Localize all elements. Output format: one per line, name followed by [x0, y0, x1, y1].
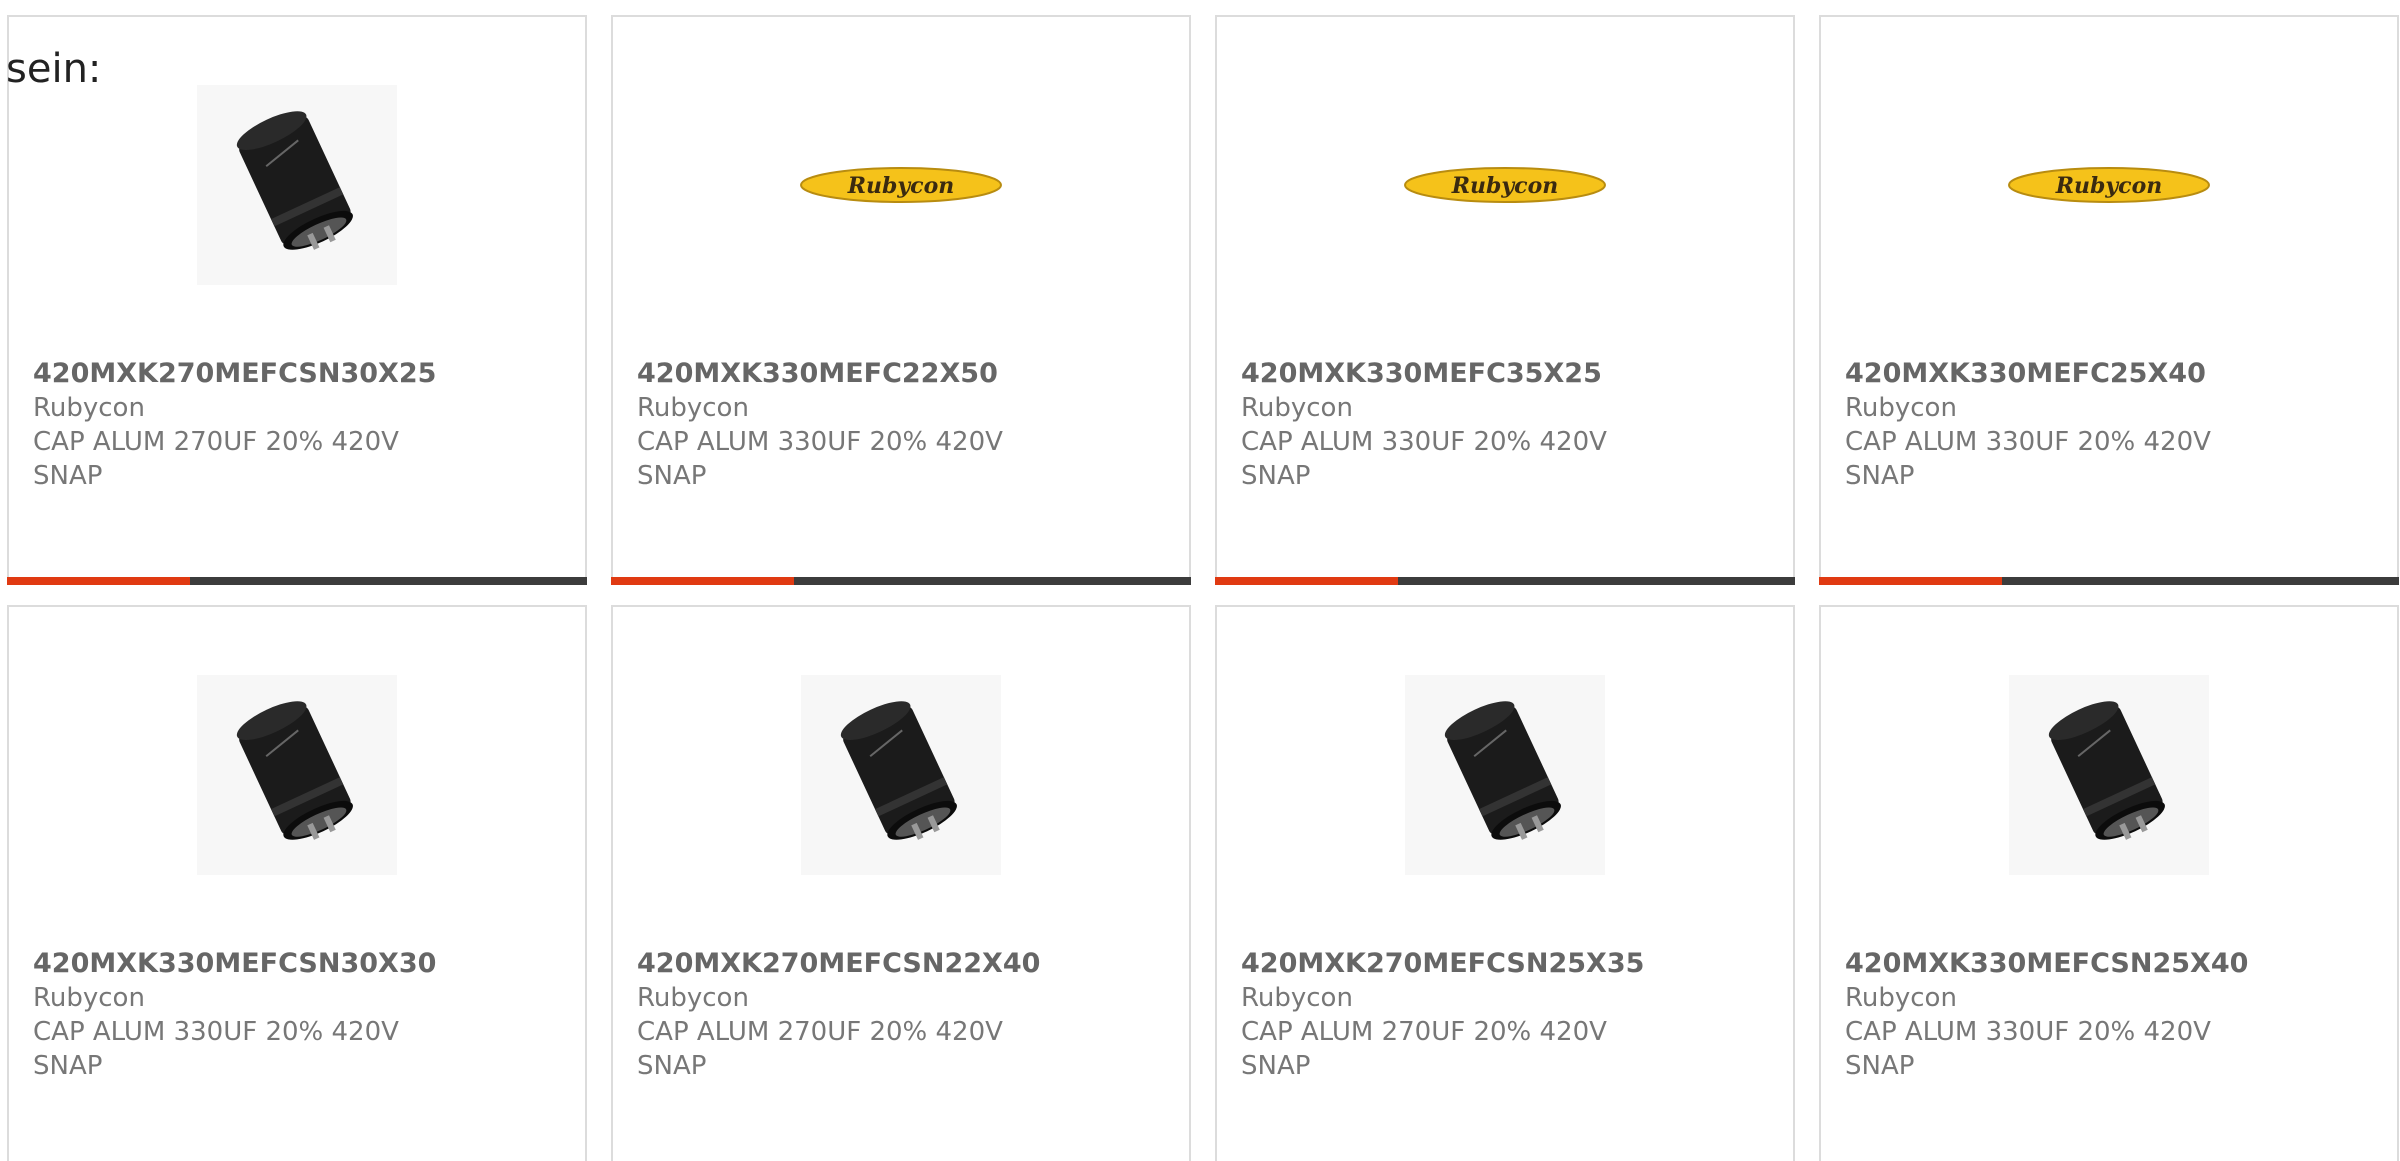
part-number[interactable]: 420MXK330MEFCSN30X30: [33, 947, 553, 981]
description-type: SNAP: [1845, 461, 1915, 491]
manufacturer: Rubycon: [637, 983, 749, 1013]
product-card[interactable]: 420MXK270MEFCSN30X25 Rubycon CAP ALUM 27…: [7, 15, 587, 585]
product-image: [9, 82, 585, 287]
manufacturer: Rubycon: [637, 393, 749, 423]
product-image: Rubycon: [1217, 82, 1793, 287]
part-number[interactable]: 420MXK330MEFC22X50: [637, 357, 1157, 391]
description: CAP ALUM 330UF 20% 420V: [33, 1017, 399, 1047]
product-card[interactable]: Rubycon 420MXK330MEFC25X40 Rubycon CAP A…: [1819, 15, 2399, 585]
svg-text:Rubycon: Rubycon: [1451, 173, 1559, 199]
svg-text:Rubycon: Rubycon: [847, 173, 955, 199]
card-bottom-bar: [611, 577, 1191, 585]
manufacturer: Rubycon: [33, 393, 145, 423]
product-image: [613, 672, 1189, 877]
product-card[interactable]: 420MXK270MEFCSN22X40 Rubycon CAP ALUM 27…: [611, 605, 1191, 1161]
capacitor-photo: [197, 674, 397, 875]
part-number[interactable]: 420MXK330MEFC25X40: [1845, 357, 2365, 391]
description: CAP ALUM 270UF 20% 420V: [1241, 1017, 1607, 1047]
description: CAP ALUM 270UF 20% 420V: [637, 1017, 1003, 1047]
part-number[interactable]: 420MXK330MEFC35X25: [1241, 357, 1761, 391]
product-card[interactable]: 420MXK270MEFCSN25X35 Rubycon CAP ALUM 27…: [1215, 605, 1795, 1161]
description: CAP ALUM 330UF 20% 420V: [1845, 1017, 2211, 1047]
product-card[interactable]: 420MXK330MEFCSN30X30 Rubycon CAP ALUM 33…: [7, 605, 587, 1161]
manufacturer: Rubycon: [1241, 983, 1353, 1013]
product-image: [9, 672, 585, 877]
manufacturer: Rubycon: [1845, 393, 1957, 423]
product-image: Rubycon: [1821, 82, 2397, 287]
card-accent-bar: [1215, 577, 1398, 585]
description-type: SNAP: [1241, 1051, 1311, 1081]
rubycon-logo: Rubycon: [1404, 166, 1606, 203]
description: CAP ALUM 330UF 20% 420V: [637, 427, 1003, 457]
card-bottom-bar: [7, 577, 587, 585]
part-number[interactable]: 420MXK270MEFCSN22X40: [637, 947, 1157, 981]
svg-text:Rubycon: Rubycon: [2055, 173, 2163, 199]
description-type: SNAP: [637, 461, 707, 491]
intro-text: sein:: [6, 46, 102, 92]
card-accent-bar: [7, 577, 190, 585]
capacitor-photo: [801, 674, 1001, 875]
product-grid: 420MXK270MEFCSN30X25 Rubycon CAP ALUM 27…: [7, 15, 2400, 1161]
product-card[interactable]: Rubycon 420MXK330MEFC35X25 Rubycon CAP A…: [1215, 15, 1795, 585]
product-image: [1217, 672, 1793, 877]
capacitor-photo: [197, 84, 397, 285]
rubycon-logo: Rubycon: [2008, 166, 2210, 203]
capacitor-photo: [1405, 674, 1605, 875]
description-type: SNAP: [1845, 1051, 1915, 1081]
part-number[interactable]: 420MXK270MEFCSN25X35: [1241, 947, 1761, 981]
product-card[interactable]: Rubycon 420MXK330MEFC22X50 Rubycon CAP A…: [611, 15, 1191, 585]
description: CAP ALUM 270UF 20% 420V: [33, 427, 399, 457]
card-bottom-bar: [1819, 577, 2399, 585]
card-bottom-bar: [1215, 577, 1795, 585]
description: CAP ALUM 330UF 20% 420V: [1241, 427, 1607, 457]
description: CAP ALUM 330UF 20% 420V: [1845, 427, 2211, 457]
product-image: [1821, 672, 2397, 877]
description-type: SNAP: [1241, 461, 1311, 491]
product-card[interactable]: 420MXK330MEFCSN25X40 Rubycon CAP ALUM 33…: [1819, 605, 2399, 1161]
card-accent-bar: [611, 577, 794, 585]
manufacturer: Rubycon: [1241, 393, 1353, 423]
description-type: SNAP: [33, 461, 103, 491]
product-image: Rubycon: [613, 82, 1189, 287]
part-number[interactable]: 420MXK330MEFCSN25X40: [1845, 947, 2365, 981]
description-type: SNAP: [637, 1051, 707, 1081]
description-type: SNAP: [33, 1051, 103, 1081]
capacitor-photo: [2009, 674, 2209, 875]
manufacturer: Rubycon: [33, 983, 145, 1013]
part-number[interactable]: 420MXK270MEFCSN30X25: [33, 357, 553, 391]
rubycon-logo: Rubycon: [800, 166, 1002, 203]
card-accent-bar: [1819, 577, 2002, 585]
manufacturer: Rubycon: [1845, 983, 1957, 1013]
